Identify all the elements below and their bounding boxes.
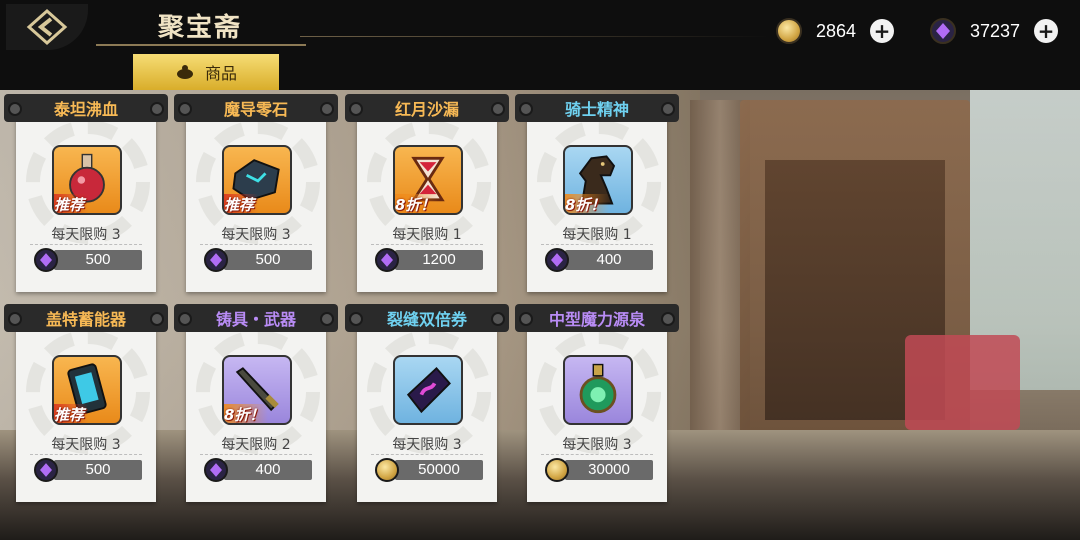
tag-badge: 推荐 (54, 194, 89, 213)
price: 400 (204, 458, 312, 482)
shop-item[interactable]: 铸具・武器 8折！ 每天限购 2 400 (174, 304, 338, 502)
sword-icon: 8折！ (222, 355, 292, 425)
shop-item[interactable]: 魔导零石 推荐 每天限购 3 500 (174, 94, 338, 292)
item-name: 裂缝双倍券 (386, 310, 467, 329)
price: 1200 (375, 248, 483, 272)
price: 500 (204, 248, 312, 272)
item-name: 中型魔力源泉 (548, 310, 645, 329)
gem-icon (34, 458, 58, 482)
bag-icon (176, 65, 193, 79)
gem-currency: 37237 + (930, 16, 1059, 46)
item-name: 铸具・武器 (215, 310, 296, 329)
gem-icon (930, 18, 956, 44)
item-name: 红月沙漏 (394, 100, 459, 119)
price-value: 50000 (395, 460, 483, 480)
price: 500 (34, 248, 142, 272)
purchase-limit: 每天限购 3 (562, 437, 632, 453)
add-gems-button[interactable]: + (1034, 19, 1059, 43)
back-button[interactable] (6, 4, 88, 50)
item-name: 魔导零石 (223, 100, 288, 119)
battery-icon: 推荐 (52, 355, 122, 425)
purchase-limit: 每天限购 3 (51, 437, 121, 453)
shop-item[interactable]: 红月沙漏 8折！ 每天限购 1 1200 (345, 94, 509, 292)
shop-item[interactable]: 盖特蓄能器 推荐 每天限购 3 500 (4, 304, 168, 502)
shop-item[interactable]: 骑士精神 8折！ 每天限购 1 400 (515, 94, 679, 292)
price-value: 500 (54, 250, 142, 270)
knight-icon: 8折！ (563, 145, 633, 215)
coin-icon (776, 18, 802, 44)
purchase-limit: 每天限购 3 (392, 437, 462, 453)
title-divider (300, 36, 770, 37)
item-name: 骑士精神 (564, 100, 629, 119)
back-arrow-icon (26, 8, 68, 46)
price: 400 (545, 248, 653, 272)
shop-item[interactable]: 裂缝双倍券 每天限购 3 50000 (345, 304, 509, 502)
price: 30000 (545, 458, 653, 482)
gem-icon (375, 248, 399, 272)
gem-icon (204, 458, 228, 482)
gem-amount: 37237 (970, 20, 1021, 41)
coin-icon (545, 458, 569, 482)
stone-icon: 推荐 (222, 145, 292, 215)
page-title: 聚宝斋 (158, 13, 243, 43)
price: 500 (34, 458, 142, 482)
tag-badge: 8折！ (395, 194, 440, 213)
tag-badge: 推荐 (54, 404, 89, 423)
top-bar: 聚宝斋 商品 2864 + 37237 + (0, 0, 1080, 90)
item-name: 盖特蓄能器 (45, 310, 126, 329)
item-name: 泰坦沸血 (53, 100, 118, 119)
purchase-limit: 每天限购 3 (221, 227, 291, 243)
gold-currency: 2864 + (776, 16, 895, 46)
flask-icon (563, 355, 633, 425)
shop-item[interactable]: 中型魔力源泉 每天限购 3 30000 (515, 304, 679, 502)
gold-amount: 2864 (816, 20, 857, 41)
tab-label: 商品 (204, 64, 237, 83)
tag-badge: 8折！ (565, 194, 610, 213)
gem-icon (204, 248, 228, 272)
purchase-limit: 每天限购 1 (392, 227, 462, 243)
price-value: 500 (224, 250, 312, 270)
purchase-limit: 每天限购 2 (221, 437, 291, 453)
gem-icon (545, 248, 569, 272)
shop-item[interactable]: 泰坦沸血 推荐 每天限购 3 500 (4, 94, 168, 292)
price-value: 1200 (395, 250, 483, 270)
purchase-limit: 每天限购 1 (562, 227, 632, 243)
coin-icon (375, 458, 399, 482)
price-value: 400 (565, 250, 653, 270)
gem-icon (34, 248, 58, 272)
tag-badge: 推荐 (224, 194, 259, 213)
purchase-limit: 每天限购 3 (51, 227, 121, 243)
hourglass-icon: 8折！ (393, 145, 463, 215)
ticket-icon (393, 355, 463, 425)
price: 50000 (375, 458, 483, 482)
tab-goods[interactable]: 商品 (133, 54, 279, 90)
add-gold-button[interactable]: + (870, 19, 895, 43)
tag-badge: 8折！ (224, 404, 269, 423)
price-value: 500 (54, 460, 142, 480)
price-value: 400 (224, 460, 312, 480)
price-value: 30000 (565, 460, 653, 480)
potion-icon: 推荐 (52, 145, 122, 215)
